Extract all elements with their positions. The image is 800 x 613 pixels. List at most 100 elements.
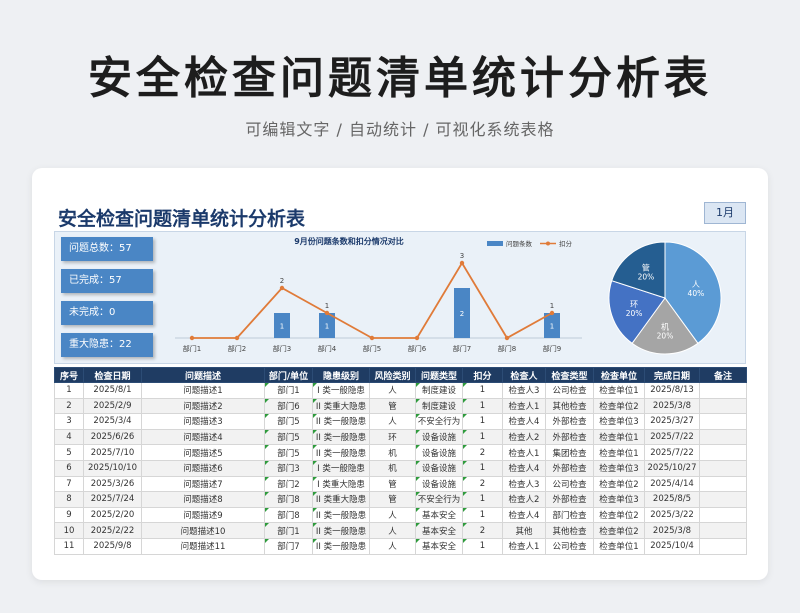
month-selector[interactable]: 1月 bbox=[704, 202, 746, 224]
table-cell[interactable]: 集团检查 bbox=[545, 444, 594, 461]
table-cell[interactable]: 部门检查 bbox=[545, 506, 594, 524]
table-cell[interactable]: 2025/10/4 bbox=[644, 537, 700, 555]
table-cell[interactable]: 10 bbox=[54, 522, 84, 539]
table-cell[interactable]: 基本安全 bbox=[415, 506, 463, 524]
table-row[interactable]: 3 2025/3/4 问题描述3 部门5 II 类一般隐患人不安全行为 1 检查人4 外部检查… bbox=[54, 413, 747, 430]
table-row[interactable]: 8 2025/7/24 问题描述8 部门8 II 类重大隐患管不安全行为 1 检查人2 外部检… bbox=[54, 491, 747, 508]
table-row[interactable]: 2 2025/2/9 问题描述2 部门6 II 类重大隐患管制度建设 1 检查人1 其他检查检… bbox=[54, 397, 747, 415]
table-cell[interactable]: 人 bbox=[369, 522, 416, 539]
table-cell[interactable]: 问题描述7 bbox=[141, 475, 265, 493]
table-cell[interactable] bbox=[699, 459, 747, 477]
table-cell[interactable]: 部门5 bbox=[264, 444, 313, 461]
table-row[interactable]: 10 2025/2/22 问题描述10 部门1 II 类一般隐患人基本安全 2 其他 其他检查… bbox=[54, 522, 747, 539]
table-cell[interactable]: 设备设施 bbox=[415, 459, 463, 477]
table-cell[interactable]: 问题描述10 bbox=[141, 522, 265, 539]
table-cell[interactable]: 2025/7/22 bbox=[644, 428, 700, 446]
table-cell[interactable]: 机 bbox=[369, 444, 416, 461]
table-cell[interactable]: 2025/7/24 bbox=[83, 491, 142, 508]
table-cell[interactable]: 9 bbox=[54, 506, 84, 524]
table-cell[interactable] bbox=[699, 428, 747, 446]
table-cell[interactable]: 2025/9/8 bbox=[83, 537, 142, 555]
table-cell[interactable]: 部门5 bbox=[264, 413, 313, 430]
table-cell[interactable]: 问题描述4 bbox=[141, 428, 265, 446]
table-cell[interactable]: 人 bbox=[369, 506, 416, 524]
table-cell[interactable]: II 类一般隐患 bbox=[312, 537, 370, 555]
column-header[interactable]: 备注 bbox=[699, 367, 747, 383]
table-cell[interactable]: 1 bbox=[54, 382, 84, 399]
table-cell[interactable] bbox=[699, 382, 747, 399]
table-cell[interactable]: 外部检查 bbox=[545, 428, 594, 446]
table-cell[interactable]: 2025/8/1 bbox=[83, 382, 142, 399]
table-cell[interactable]: 部门8 bbox=[264, 491, 313, 508]
table-cell[interactable] bbox=[699, 537, 747, 555]
table-cell[interactable]: 公司检查 bbox=[545, 475, 594, 493]
table-cell[interactable] bbox=[699, 444, 747, 461]
table-cell[interactable]: 2025/7/22 bbox=[644, 444, 700, 461]
table-cell[interactable]: 问题描述6 bbox=[141, 459, 265, 477]
table-row[interactable]: 9 2025/2/20 问题描述9 部门8 II 类一般隐患人基本安全 1 检查人4 部门检查… bbox=[54, 506, 747, 524]
table-cell[interactable]: 检查人4 bbox=[502, 459, 546, 477]
table-cell[interactable]: 2 bbox=[462, 522, 503, 539]
table-cell[interactable]: 2025/2/22 bbox=[83, 522, 142, 539]
table-cell[interactable]: 3 bbox=[54, 413, 84, 430]
table-cell[interactable]: 不安全行为 bbox=[415, 491, 463, 508]
table-cell[interactable]: 2025/3/8 bbox=[644, 522, 700, 539]
table-cell[interactable]: II 类一般隐患 bbox=[312, 522, 370, 539]
table-cell[interactable]: II 类重大隐患 bbox=[312, 397, 370, 415]
table-cell[interactable]: 2025/2/20 bbox=[83, 506, 142, 524]
table-cell[interactable]: 4 bbox=[54, 428, 84, 446]
table-cell[interactable] bbox=[699, 413, 747, 430]
table-cell[interactable]: 2025/8/5 bbox=[644, 491, 700, 508]
table-cell[interactable]: 检查单位1 bbox=[593, 537, 645, 555]
table-cell[interactable]: 1 bbox=[462, 397, 503, 415]
table-cell[interactable]: 其他 bbox=[502, 522, 546, 539]
table-cell[interactable]: 制度建设 bbox=[415, 397, 463, 415]
table-cell[interactable]: II 类一般隐患 bbox=[312, 444, 370, 461]
table-cell[interactable]: 外部检查 bbox=[545, 491, 594, 508]
column-header[interactable]: 隐患级别 bbox=[312, 367, 370, 383]
table-cell[interactable]: II 类一般隐患 bbox=[312, 506, 370, 524]
table-cell[interactable]: 11 bbox=[54, 537, 84, 555]
table-cell[interactable]: 2025/6/26 bbox=[83, 428, 142, 446]
table-cell[interactable]: 公司检查 bbox=[545, 382, 594, 399]
table-cell[interactable]: 检查人4 bbox=[502, 506, 546, 524]
table-cell[interactable]: 1 bbox=[462, 382, 503, 399]
table-cell[interactable]: 部门2 bbox=[264, 475, 313, 493]
table-cell[interactable]: 部门6 bbox=[264, 397, 313, 415]
table-cell[interactable]: 检查单位3 bbox=[593, 459, 645, 477]
table-cell[interactable]: 检查人2 bbox=[502, 428, 546, 446]
table-cell[interactable] bbox=[699, 522, 747, 539]
table-cell[interactable]: 2025/3/26 bbox=[83, 475, 142, 493]
table-cell[interactable]: 2025/4/14 bbox=[644, 475, 700, 493]
table-cell[interactable]: 基本安全 bbox=[415, 522, 463, 539]
column-header[interactable]: 问题描述 bbox=[141, 367, 265, 383]
table-cell[interactable]: 部门8 bbox=[264, 506, 313, 524]
table-cell[interactable]: 1 bbox=[462, 491, 503, 508]
table-cell[interactable]: 检查人3 bbox=[502, 382, 546, 399]
column-header[interactable]: 检查类型 bbox=[545, 367, 594, 383]
table-row[interactable]: 7 2025/3/26 问题描述7 部门2 I 类重大隐患管设备设施 2 检查人3 公司检查检… bbox=[54, 475, 747, 493]
table-cell[interactable]: 2025/3/4 bbox=[83, 413, 142, 430]
table-cell[interactable]: 2 bbox=[462, 475, 503, 493]
table-cell[interactable]: 2025/3/8 bbox=[644, 397, 700, 415]
table-cell[interactable]: 制度建设 bbox=[415, 382, 463, 399]
table-cell[interactable]: 部门3 bbox=[264, 459, 313, 477]
table-cell[interactable]: II 类重大隐患 bbox=[312, 491, 370, 508]
column-header[interactable]: 完成日期 bbox=[644, 367, 700, 383]
table-cell[interactable]: 问题描述1 bbox=[141, 382, 265, 399]
table-row[interactable]: 4 2025/6/26 问题描述4 部门5 II 类一般隐患环设备设施 1 检查人2 外部检查… bbox=[54, 428, 747, 446]
table-cell[interactable]: 1 bbox=[462, 537, 503, 555]
table-cell[interactable]: 机 bbox=[369, 459, 416, 477]
table-cell[interactable]: 检查单位1 bbox=[593, 382, 645, 399]
table-cell[interactable]: 检查单位2 bbox=[593, 475, 645, 493]
table-cell[interactable]: 人 bbox=[369, 537, 416, 555]
column-header[interactable]: 问题类型 bbox=[415, 367, 463, 383]
table-cell[interactable]: II 类一般隐患 bbox=[312, 413, 370, 430]
table-cell[interactable] bbox=[699, 475, 747, 493]
table-cell[interactable]: 部门7 bbox=[264, 537, 313, 555]
table-cell[interactable]: 检查单位2 bbox=[593, 506, 645, 524]
table-cell[interactable]: 问题描述11 bbox=[141, 537, 265, 555]
table-cell[interactable]: 其他检查 bbox=[545, 397, 594, 415]
table-row[interactable]: 6 2025/10/10 问题描述6 部门3 I 类一般隐患机设备设施 1 检查人4 外部检查… bbox=[54, 459, 747, 477]
table-cell[interactable]: I 类一般隐患 bbox=[312, 459, 370, 477]
